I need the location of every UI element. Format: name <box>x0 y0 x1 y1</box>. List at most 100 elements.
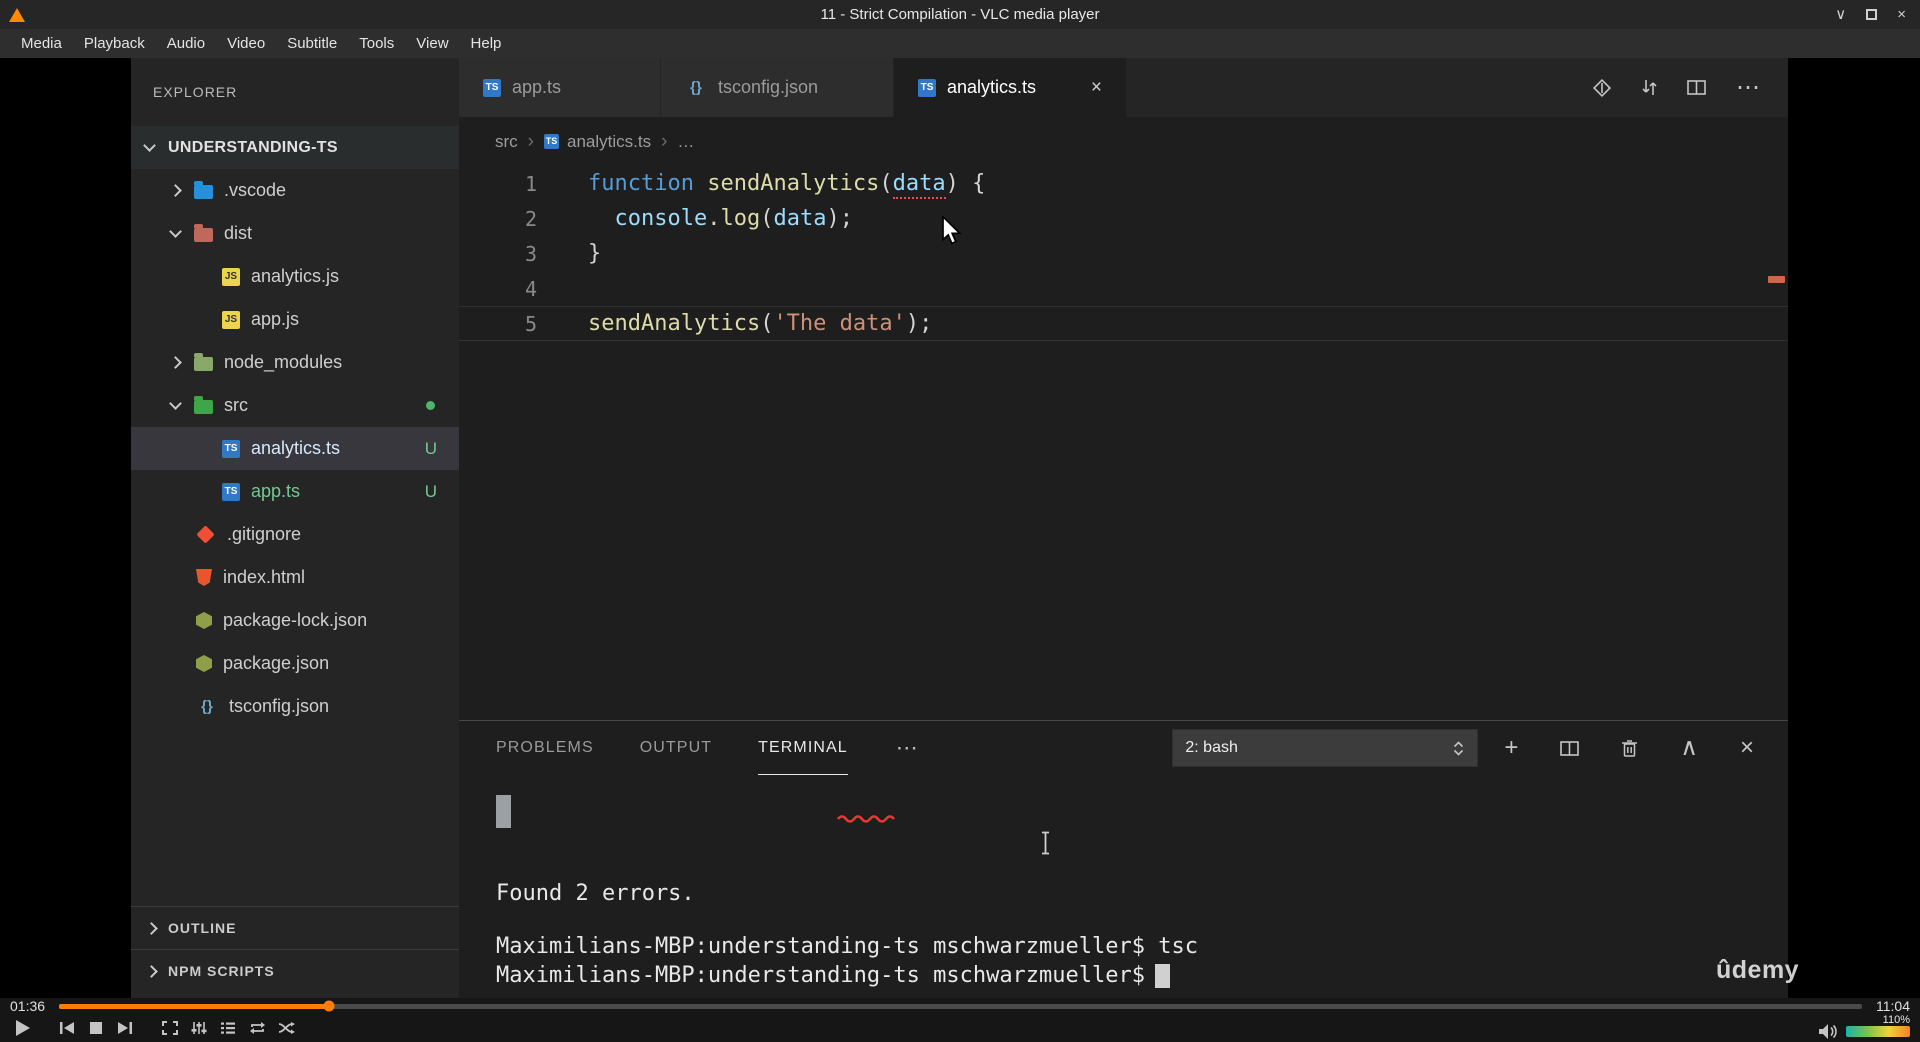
tree-item-node_modules[interactable]: node_modules <box>131 341 459 384</box>
file-tree: UNDERSTANDING-TS .vscode dist JS analytics.j… <box>131 126 459 728</box>
volume-slider[interactable] <box>1846 1026 1910 1037</box>
tab-analytics.ts[interactable]: TS analytics.ts × <box>894 58 1127 117</box>
panel-more-icon[interactable]: ⋯ <box>896 735 918 761</box>
breadcrumb-item[interactable]: … <box>677 132 694 152</box>
split-editor-icon[interactable] <box>1687 80 1706 95</box>
section-outline[interactable]: OUTLINE <box>131 906 459 949</box>
npm-icon <box>196 655 212 672</box>
tree-item-.vscode[interactable]: .vscode <box>131 169 459 212</box>
code-area[interactable]: 1 function sendAnalytics(data) {2 console… <box>459 166 1788 341</box>
tree-item-label: tsconfig.json <box>229 696 330 716</box>
loop-button[interactable] <box>244 1016 270 1040</box>
section-npm-scripts[interactable]: NPM SCRIPTS <box>131 949 459 992</box>
chevron-right-icon <box>145 964 158 978</box>
time-total: 11:04 <box>1876 998 1910 1014</box>
modified-indicator-dot <box>426 401 435 410</box>
seek-slider[interactable] <box>59 1000 1862 1012</box>
terminal-cursor <box>1155 964 1171 988</box>
js-file-icon: JS <box>222 267 240 286</box>
open-changes-icon[interactable] <box>1592 78 1612 98</box>
tree-item-tsconfig.json[interactable]: {} tsconfig.json <box>131 685 459 728</box>
menu-audio[interactable]: Audio <box>156 35 216 52</box>
split-terminal-icon[interactable] <box>1560 740 1580 756</box>
close-panel-icon[interactable]: × <box>1740 736 1754 760</box>
video-frame[interactable]: EXPLORER UNDERSTANDING-TS .vscode dist JS an… <box>0 58 1920 998</box>
terminal-shell-select[interactable]: 2: bash <box>1172 729 1479 767</box>
panel-actions: 2: bash + ∧ × <box>1172 721 1788 775</box>
tab-tsconfig.json[interactable]: {} tsconfig.json <box>661 58 894 117</box>
chevron-down-icon <box>143 138 156 152</box>
play-button[interactable] <box>10 1016 36 1040</box>
tree-item-label: analytics.js <box>251 266 340 286</box>
explorer-header: EXPLORER <box>153 84 238 100</box>
panel-tab-problems[interactable]: PROBLEMS <box>496 721 594 775</box>
breadcrumb-item[interactable]: src <box>495 132 518 152</box>
tree-item-analytics.ts[interactable]: TS analytics.ts U <box>131 427 459 470</box>
tree-item-label: .gitignore <box>227 524 302 544</box>
tree-item-app.ts[interactable]: TS app.ts U <box>131 470 459 513</box>
volume-controls: 110% <box>1818 1014 1910 1042</box>
tree-item-label: index.html <box>223 567 306 587</box>
json-braces-icon: {} <box>690 79 702 96</box>
panel-tab-output[interactable]: OUTPUT <box>640 721 712 775</box>
tab-app.ts[interactable]: TS app.ts <box>459 58 661 117</box>
tree-item-dist[interactable]: dist <box>131 212 459 255</box>
tree-item-package-lock.json[interactable]: package-lock.json <box>131 599 459 642</box>
tree-item-analytics.js[interactable]: JS analytics.js <box>131 255 459 298</box>
breadcrumb-item[interactable]: TS analytics.ts <box>544 132 651 152</box>
text-cursor-pointer <box>1039 831 1052 861</box>
breadcrumb-label: src <box>495 131 518 151</box>
minimize-button[interactable]: ∨ <box>1835 7 1846 22</box>
tree-item-index.html[interactable]: index.html <box>131 556 459 599</box>
breadcrumb-label: analytics.ts <box>567 131 652 151</box>
close-window-button[interactable]: × <box>1897 7 1906 22</box>
tree-item-.gitignore[interactable]: .gitignore <box>131 513 459 556</box>
tab-bar: TS app.ts {} tsconfig.json TS analytics.ts × ⋯ <box>459 58 1788 117</box>
git-icon <box>196 525 215 544</box>
fullscreen-button[interactable] <box>157 1016 183 1040</box>
chevron-down-icon <box>169 396 182 410</box>
volume-icon[interactable] <box>1818 1023 1838 1040</box>
breadcrumb-label: … <box>677 131 695 151</box>
editor-actions: ⋯ <box>1592 58 1788 117</box>
tab-label: analytics.ts <box>947 77 1037 97</box>
tree-item-src[interactable]: src <box>131 384 459 427</box>
chevron-right-icon <box>169 184 182 197</box>
shell-select-value: 2: bash <box>1185 739 1238 756</box>
menu-subtitle[interactable]: Subtitle <box>276 35 348 52</box>
editor-more-actions-icon[interactable]: ⋯ <box>1736 75 1760 100</box>
compare-changes-icon[interactable] <box>1642 78 1657 97</box>
tree-item-UNDERSTANDING-TS[interactable]: UNDERSTANDING-TS <box>131 126 459 169</box>
git-untracked-badge: U <box>424 438 437 458</box>
previous-button[interactable] <box>54 1016 80 1040</box>
close-tab-icon[interactable]: × <box>1075 77 1102 99</box>
terminal-line-prompt: Maximilians-MBP:understanding-ts mschwar… <box>496 961 1171 990</box>
tree-item-package.json[interactable]: package.json <box>131 642 459 685</box>
terminal-content[interactable]: Found 2 errors. Maximilians-MBP:understa… <box>459 775 1788 998</box>
volume-percent: 110% <box>1882 1014 1910 1026</box>
menu-view[interactable]: View <box>405 35 459 52</box>
tree-item-label: node_modules <box>224 352 343 372</box>
git-untracked-badge: U <box>424 481 437 501</box>
menu-video[interactable]: Video <box>216 35 276 52</box>
tree-item-app.js[interactable]: JS app.js <box>131 298 459 341</box>
maximize-panel-icon[interactable]: ∧ <box>1680 736 1698 760</box>
menu-tools[interactable]: Tools <box>348 35 405 52</box>
playlist-button[interactable] <box>215 1016 241 1040</box>
random-button[interactable] <box>273 1016 299 1040</box>
vlc-controls: 01:36 11:04 110% <box>0 998 1920 1042</box>
panel-tab-terminal[interactable]: TERMINAL <box>758 721 848 775</box>
next-button[interactable] <box>112 1016 138 1040</box>
seek-handle[interactable] <box>323 1000 335 1012</box>
menu-playback[interactable]: Playback <box>73 35 156 52</box>
extended-settings-button[interactable] <box>186 1016 212 1040</box>
stop-button[interactable] <box>83 1016 109 1040</box>
new-terminal-icon[interactable]: + <box>1504 736 1518 760</box>
menu-help[interactable]: Help <box>460 35 513 52</box>
menu-media[interactable]: Media <box>10 35 73 52</box>
maximize-button[interactable] <box>1866 9 1878 20</box>
vlc-titlebar[interactable]: 11 - Strict Compilation - VLC media play… <box>0 0 1920 29</box>
line-number: 2 <box>524 206 537 231</box>
terminal-text: Maximilians-MBP:understanding-ts mschwar… <box>496 934 1198 959</box>
kill-terminal-icon[interactable] <box>1621 739 1638 758</box>
